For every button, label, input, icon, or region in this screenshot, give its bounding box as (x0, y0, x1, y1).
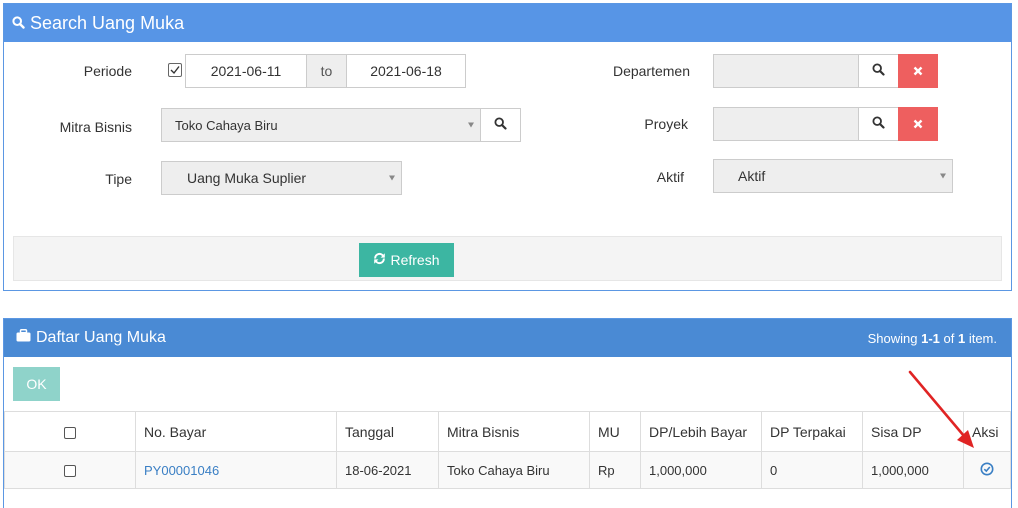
summary-prefix: Showing (867, 330, 922, 346)
col-mu[interactable]: MU (589, 411, 641, 452)
uang-muka-table: No. Bayar Tanggal Mitra Bisnis MU DP/Leb… (4, 411, 1011, 489)
col-mitra-bisnis[interactable]: Mitra Bisnis (438, 411, 590, 452)
mitra-bisnis-value: Toko Cahaya Biru (175, 117, 278, 133)
search-icon (872, 116, 885, 132)
date-to-input[interactable]: 2021-06-18 (346, 54, 466, 88)
select-all-checkbox[interactable] (64, 426, 76, 439)
mitra-bisnis-label: Mitra Bisnis (59, 119, 132, 135)
checkbox-checked-icon (168, 62, 182, 80)
annotation-arrow (908, 370, 974, 448)
col-tanggal[interactable]: Tanggal (336, 411, 439, 452)
search-panel-footer: Refresh (13, 236, 1002, 281)
summary-suffix: item. (965, 330, 997, 346)
tipe-select[interactable]: Uang Muka Suplier (161, 161, 402, 195)
proyek-input[interactable] (713, 107, 859, 141)
aktif-select[interactable]: Aktif (713, 159, 953, 193)
periode-checkbox[interactable] (165, 61, 185, 81)
departemen-input[interactable] (713, 54, 859, 88)
select-all-cell (4, 411, 136, 452)
to-separator: to (306, 54, 347, 88)
cell-mitra-bisnis: Toko Cahaya Biru (438, 451, 590, 489)
search-panel-title: Search Uang Muka (30, 12, 185, 33)
table-header-row: No. Bayar Tanggal Mitra Bisnis MU DP/Leb… (4, 411, 1011, 452)
cell-tanggal: 18-06-2021 (336, 451, 439, 489)
date-from-input[interactable]: 2021-06-11 (185, 54, 307, 88)
departemen-label: Departemen (612, 63, 690, 79)
periode-label: Periode (83, 63, 132, 79)
mitra-search-button[interactable] (480, 108, 521, 142)
chevron-down-icon (940, 173, 946, 179)
cell-dp-lebih-bayar: 1,000,000 (640, 451, 762, 489)
table-row: PY00001046 18-06-2021 Toko Cahaya Biru R… (4, 451, 1011, 489)
summary-range: 1-1 (921, 330, 940, 346)
row-checkbox[interactable] (64, 465, 76, 478)
search-panel: Search Uang Muka Periode 2021-06-11 to 2… (3, 3, 1012, 291)
proyek-clear-button[interactable] (898, 107, 938, 141)
refresh-icon (373, 252, 386, 268)
chevron-down-icon (468, 122, 474, 128)
cell-mu: Rp (589, 451, 641, 489)
search-icon (872, 63, 885, 79)
list-panel-header: Daftar Uang Muka Showing 1-1 of 1 item. (4, 319, 1011, 357)
search-icon (12, 13, 30, 34)
times-icon (913, 116, 923, 132)
list-panel-title: Daftar Uang Muka (36, 329, 166, 346)
refresh-label: Refresh (390, 252, 440, 268)
departemen-search-button[interactable] (858, 54, 899, 88)
search-panel-header: Search Uang Muka (4, 4, 1011, 42)
aktif-value: Aktif (738, 168, 766, 184)
proyek-label: Proyek (644, 116, 688, 132)
ok-button[interactable]: OK (13, 367, 60, 401)
check-circle-icon[interactable] (980, 462, 994, 479)
briefcase-icon (16, 329, 31, 347)
list-panel: Daftar Uang Muka Showing 1-1 of 1 item. … (3, 318, 1012, 508)
col-dp-lebih-bayar[interactable]: DP/Lebih Bayar (640, 411, 762, 452)
no-bayar-link[interactable]: PY00001046 (144, 463, 219, 478)
search-icon (494, 117, 507, 133)
list-summary: Showing 1-1 of 1 item. (868, 331, 997, 346)
cell-aksi (963, 451, 1011, 489)
proyek-search-button[interactable] (858, 107, 899, 141)
list-panel-title-group: Daftar Uang Muka (16, 329, 166, 347)
departemen-clear-button[interactable] (898, 54, 938, 88)
tipe-value: Uang Muka Suplier (187, 170, 307, 186)
row-select-cell (4, 451, 136, 489)
mitra-bisnis-select[interactable]: Toko Cahaya Biru (161, 108, 481, 142)
times-icon (913, 63, 923, 79)
cell-no-bayar: PY00001046 (135, 451, 337, 489)
col-no-bayar[interactable]: No. Bayar (135, 411, 337, 452)
summary-of: of (939, 330, 958, 346)
aktif-label: Aktif (656, 169, 684, 185)
cell-sisa-dp: 1,000,000 (862, 451, 964, 489)
cell-dp-terpakai: 0 (761, 451, 863, 489)
col-dp-terpakai[interactable]: DP Terpakai (761, 411, 863, 452)
refresh-button[interactable]: Refresh (359, 243, 454, 277)
chevron-down-icon (389, 175, 395, 181)
tipe-label: Tipe (105, 171, 132, 187)
